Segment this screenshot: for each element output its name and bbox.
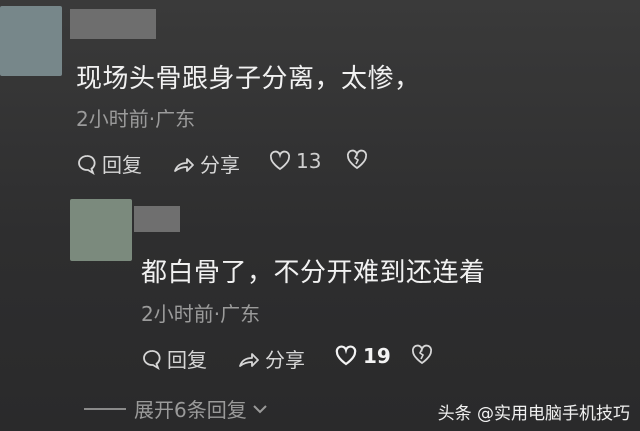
expand-replies-button[interactable]: 展开6条回复	[84, 394, 269, 423]
share-label: 分享	[200, 153, 240, 177]
like-count: 19	[363, 344, 391, 368]
share-button[interactable]: 分享	[172, 149, 240, 178]
share-label: 分享	[265, 348, 305, 372]
heart-icon	[269, 150, 291, 171]
comment-text: 现场头骨跟身子分离，太惨，	[76, 64, 421, 94]
avatar[interactable]	[0, 6, 62, 76]
broken-heart-icon	[411, 344, 433, 365]
comment-text: 都白骨了，不分开难到还连着	[141, 258, 486, 288]
divider	[84, 407, 126, 410]
broken-heart-icon	[346, 149, 368, 170]
username-placeholder[interactable]	[134, 206, 180, 232]
dislike-button[interactable]	[345, 149, 373, 171]
comment-meta: 2小时前·广东	[141, 302, 261, 326]
share-icon	[174, 157, 194, 172]
avatar[interactable]	[70, 199, 132, 261]
chevron-down-icon	[253, 404, 267, 413]
watermark: 头条 @实用电脑手机技巧	[437, 404, 630, 424]
like-count: 13	[296, 149, 322, 173]
comment-icon	[78, 154, 96, 175]
share-button[interactable]: 分享	[237, 344, 305, 373]
dislike-button[interactable]	[410, 344, 438, 366]
like-button[interactable]: 13	[268, 149, 321, 173]
comment-meta: 2小时前·广东	[76, 107, 196, 131]
reply-label: 回复	[102, 153, 142, 177]
expand-replies-label: 展开6条回复	[134, 398, 247, 422]
reply-button[interactable]: 回复	[141, 344, 207, 373]
reply-button[interactable]: 回复	[76, 149, 142, 178]
username-placeholder[interactable]	[70, 9, 156, 39]
reply-label: 回复	[167, 348, 207, 372]
share-icon	[239, 352, 259, 367]
heart-icon	[335, 345, 357, 366]
comment-icon	[143, 349, 161, 370]
like-button[interactable]: 19	[333, 344, 391, 368]
